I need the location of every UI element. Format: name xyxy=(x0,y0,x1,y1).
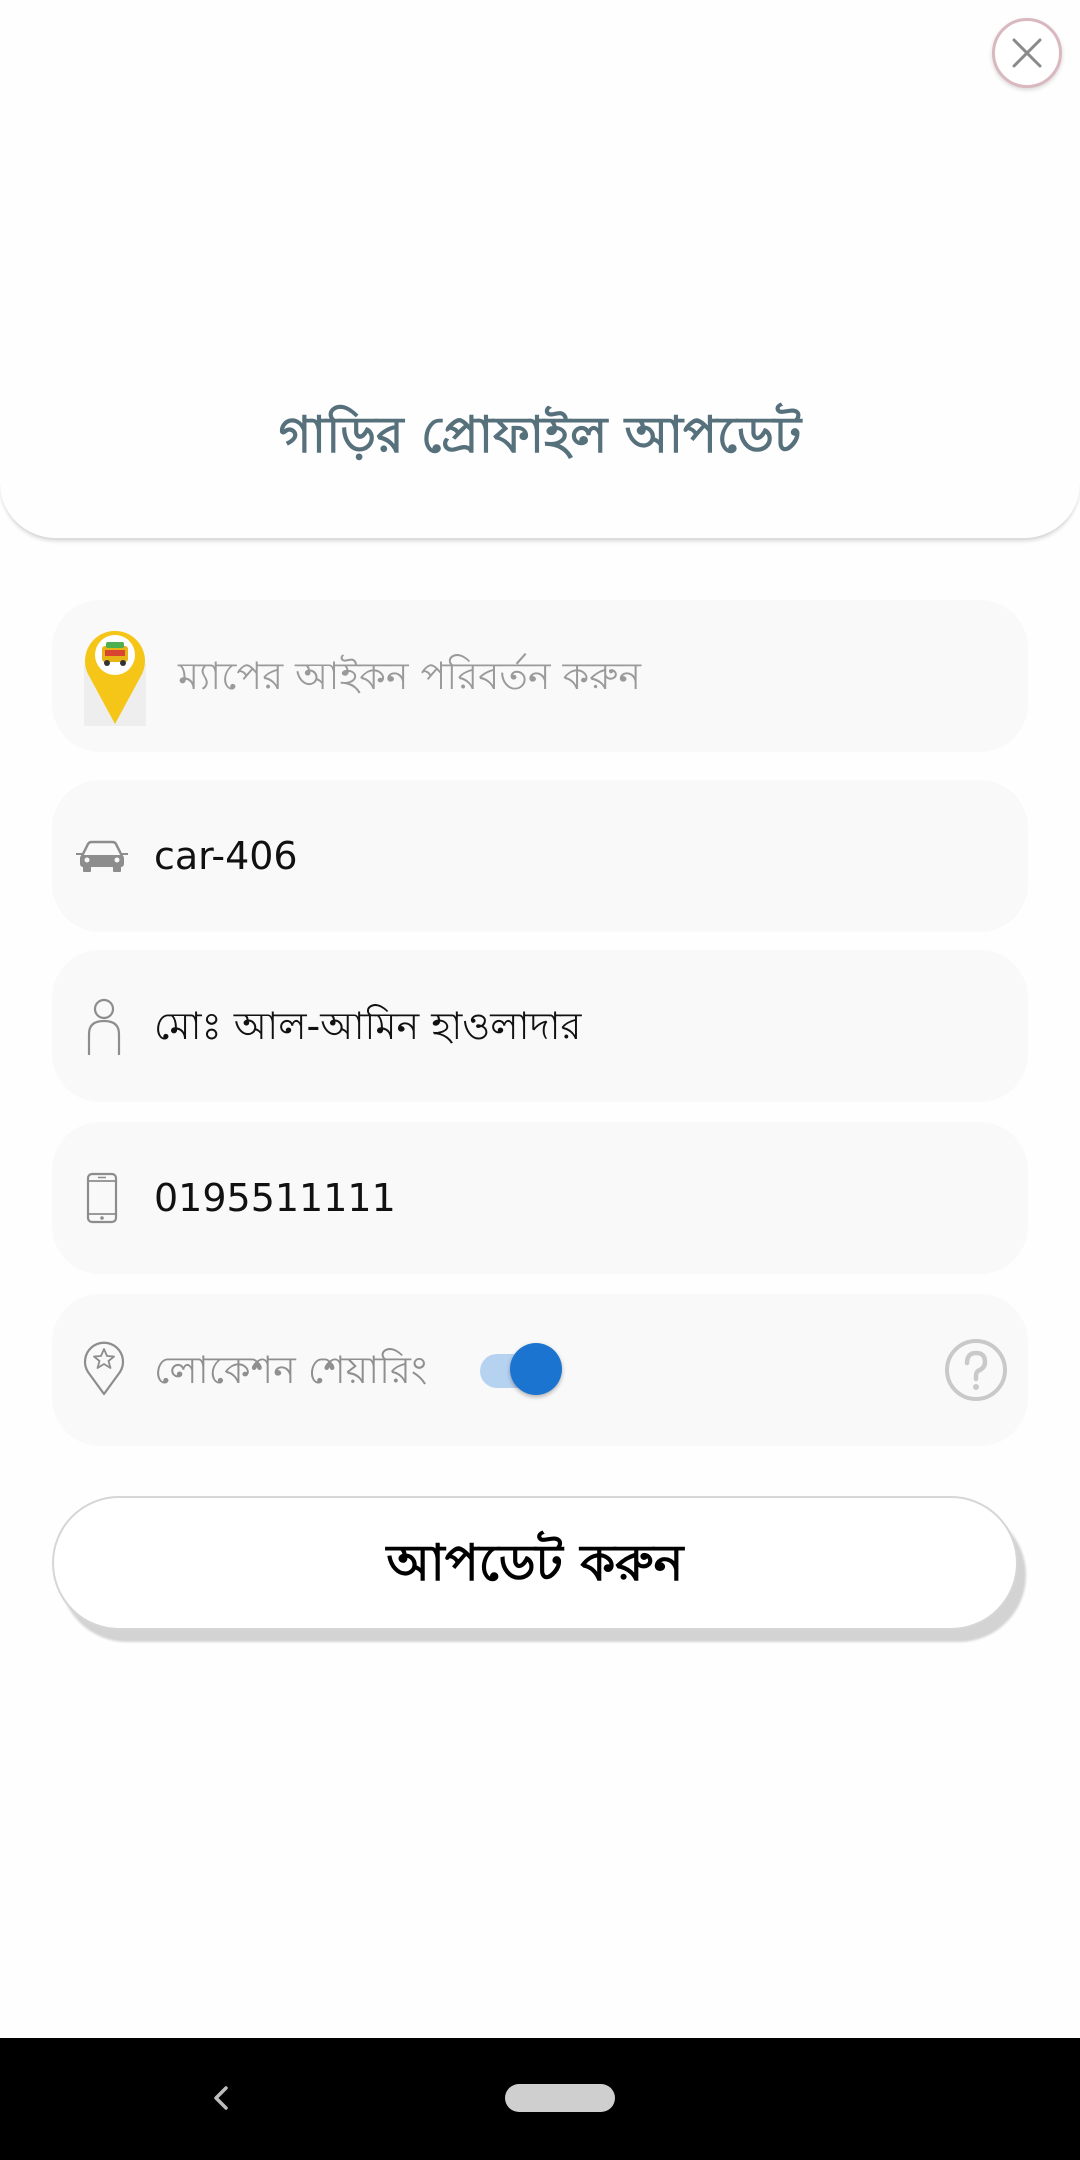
map-icon-field[interactable]: ম্যাপের আইকন পরিবর্তন করুন xyxy=(52,600,1028,752)
car-name-field[interactable]: car-406 xyxy=(52,780,1028,932)
map-icon-hint: ম্যাপের আইকন পরিবর্তন করুন xyxy=(178,654,642,698)
phone-icon xyxy=(86,1172,118,1224)
owner-name-value: মোঃ আল-আমিন হাওলাদার xyxy=(154,1004,582,1048)
taxi-marker-icon xyxy=(84,630,146,726)
screen: গাড়ির প্রোফাইল আপডেট ম্যাপের আইকন পরিবর… xyxy=(0,0,1080,2160)
car-name-value: car-406 xyxy=(154,834,298,878)
phone-field[interactable]: 0195511111 xyxy=(52,1122,1028,1274)
location-sharing-row: লোকেশন শেয়ারিং xyxy=(52,1294,1028,1446)
update-button[interactable]: আপডেট করুন xyxy=(52,1496,1018,1630)
page-title: গাড়ির প্রোফাইল আপডেট xyxy=(278,406,802,464)
help-icon[interactable] xyxy=(944,1338,1008,1402)
back-chevron-icon[interactable] xyxy=(200,2076,240,2120)
location-sharing-toggle[interactable] xyxy=(480,1338,570,1402)
location-pin-icon xyxy=(83,1341,125,1396)
person-icon xyxy=(87,998,121,1055)
toggle-thumb xyxy=(510,1343,562,1395)
header-card: গাড়ির প্রোফাইল আপডেট xyxy=(0,0,1080,540)
home-pill[interactable] xyxy=(505,2084,615,2112)
location-sharing-label: লোকেশন শেয়ারিং xyxy=(154,1348,428,1392)
close-button[interactable] xyxy=(992,18,1062,88)
close-icon xyxy=(1012,38,1042,68)
phone-value: 0195511111 xyxy=(154,1176,396,1220)
navigation-bar xyxy=(0,2038,1080,2160)
car-icon xyxy=(76,840,128,872)
owner-name-field[interactable]: মোঃ আল-আমিন হাওলাদার xyxy=(52,950,1028,1102)
